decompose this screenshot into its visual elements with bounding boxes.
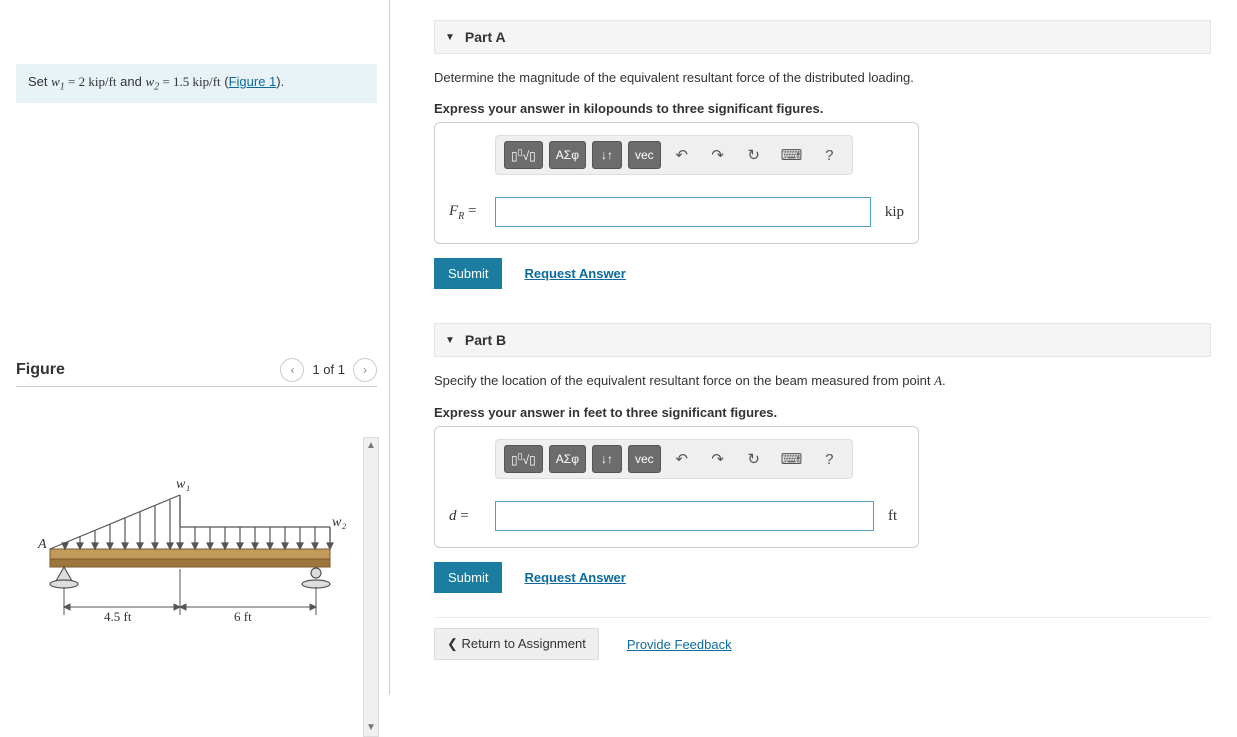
set-prefix: Set [28,74,51,89]
dim2-label: 6 ft [234,609,252,625]
undo-icon: ↶ [675,146,688,164]
paren-open: ( [221,74,229,89]
w2-eq: = 1.5 kip/ft [159,74,221,89]
part-b-answer-box: ▯▯√▯ ΑΣφ ↓↑ vec ↶ ↷ ↻ ⌨ ? d = ft [434,426,919,548]
fr-eq: = [464,203,476,219]
equation-toolbar: ▯▯√▯ ΑΣφ ↓↑ vec ↶ ↷ ↻ ⌨ ? [495,135,853,175]
part-a-answer-input[interactable] [495,197,871,227]
equation-toolbar: ▯▯√▯ ΑΣφ ↓↑ vec ↶ ↷ ↻ ⌨ ? [495,439,853,479]
part-a-prompt: Determine the magnitude of the equivalen… [434,70,1211,85]
help-button[interactable]: ? [814,141,844,169]
templates-icon: ▯▯√▯ [511,451,536,467]
reset-button[interactable]: ↻ [739,445,769,473]
part-b-answer-input[interactable] [495,501,874,531]
help-icon: ? [825,147,833,164]
part-a-answer-box: ▯▯√▯ ΑΣφ ↓↑ vec ↶ ↷ ↻ ⌨ ? FR = kip [434,122,919,244]
greek-button[interactable]: ΑΣφ [549,141,586,169]
keyboard-icon: ⌨ [781,450,803,468]
part-b-prompt: Specify the location of the equivalent r… [434,373,1211,389]
help-button[interactable]: ? [814,445,844,473]
part-b-instructions: Express your answer in feet to three sig… [434,405,1211,420]
templates-button[interactable]: ▯▯√▯ [504,141,543,169]
chevron-left-icon: ‹ [290,363,294,377]
w2-var: w [145,74,154,89]
part-b-point-a: A [934,373,942,388]
w1-var: w [51,74,60,89]
figure-title: Figure [16,361,65,379]
w1-eq: = 2 kip/ft [65,74,117,89]
provide-feedback-link[interactable]: Provide Feedback [627,637,732,652]
figure-link[interactable]: Figure 1 [229,74,277,89]
figure-count: 1 of 1 [312,362,345,377]
part-b-title: Part B [465,332,506,348]
help-icon: ? [825,451,833,468]
part-b-header[interactable]: ▼ Part B [434,323,1211,357]
undo-button[interactable]: ↶ [667,141,697,169]
reset-button[interactable]: ↻ [739,141,769,169]
redo-icon: ↷ [711,450,724,468]
scroll-down-icon[interactable]: ▼ [364,720,378,736]
part-b-request-answer-link[interactable]: Request Answer [524,570,625,585]
w1-label: w₁ [176,477,190,493]
part-b-submit-button[interactable]: Submit [434,562,502,593]
reset-icon: ↻ [747,146,760,164]
part-b-prompt-post: . [942,373,946,388]
keyboard-button[interactable]: ⌨ [775,445,809,473]
scroll-up-icon[interactable]: ▲ [364,438,378,454]
templates-button[interactable]: ▯▯√▯ [504,445,543,473]
greek-button[interactable]: ΑΣφ [549,445,586,473]
part-b-unit: ft [874,508,904,525]
subsup-button[interactable]: ↓↑ [592,445,622,473]
and-text: and [117,74,146,89]
collapse-icon: ▼ [445,32,455,43]
part-a-unit: kip [871,204,904,221]
collapse-icon: ▼ [445,335,455,346]
templates-icon: ▯▯√▯ [511,147,536,163]
part-b-prompt-pre: Specify the location of the equivalent r… [434,373,934,388]
keyboard-button[interactable]: ⌨ [775,141,809,169]
subsup-button[interactable]: ↓↑ [592,141,622,169]
d-var: d [449,508,457,524]
beam-diagram: w₁ w₂ A 4.5 ft 6 ft [20,437,350,637]
redo-icon: ↷ [711,146,724,164]
paren-close: ). [276,74,284,89]
chevron-left-icon: ❮ [447,636,462,651]
part-a-instructions: Express your answer in kilopounds to thr… [434,101,1211,116]
vec-button[interactable]: vec [628,141,661,169]
redo-button[interactable]: ↷ [703,445,733,473]
w2-label: w₂ [332,515,346,531]
figure-next-button[interactable]: › [353,358,377,382]
chevron-right-icon: › [363,363,367,377]
fr-var: F [449,203,458,219]
reset-icon: ↻ [747,450,760,468]
dim1-label: 4.5 ft [104,609,131,625]
d-label: d = [449,508,495,525]
problem-parameters: Set w1 = 2 kip/ft and w2 = 1.5 kip/ft (F… [16,64,377,103]
part-a-title: Part A [465,29,506,45]
part-a-submit-button[interactable]: Submit [434,258,502,289]
vec-button[interactable]: vec [628,445,661,473]
part-a-header[interactable]: ▼ Part A [434,20,1211,54]
redo-button[interactable]: ↷ [703,141,733,169]
part-a-request-answer-link[interactable]: Request Answer [524,266,625,281]
undo-button[interactable]: ↶ [667,445,697,473]
d-eq: = [457,508,469,524]
return-to-assignment-button[interactable]: ❮ Return to Assignment [434,628,599,660]
figure-scrollbar[interactable]: ▲ ▼ [363,437,379,737]
return-label: Return to Assignment [462,636,586,651]
fr-label: FR = [449,203,495,222]
keyboard-icon: ⌨ [781,146,803,164]
undo-icon: ↶ [675,450,688,468]
figure-prev-button[interactable]: ‹ [280,358,304,382]
point-a-label: A [38,537,47,553]
